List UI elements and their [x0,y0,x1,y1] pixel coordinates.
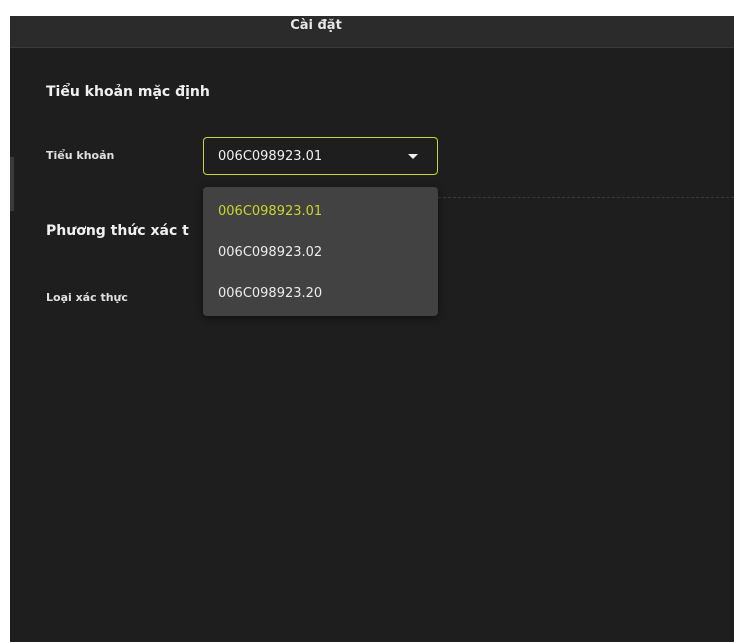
subaccount-option-02[interactable]: 006C098923.02 [203,233,438,271]
caret-down-icon [408,154,418,159]
subaccount-dropdown-menu: 006C098923.01 006C098923.02 006C098923.2… [203,187,438,316]
subaccount-field-label: Tiểu khoản [46,149,115,162]
subaccount-option-label: 006C098923.02 [218,245,323,260]
dialog-title: Cài đặt [290,18,342,33]
side-scroll-handle[interactable] [10,157,14,211]
subaccount-option-20[interactable]: 006C098923.20 [203,274,438,312]
subaccount-select-value: 006C098923.01 [218,149,323,164]
subaccount-option-label: 006C098923.01 [218,204,323,219]
subaccount-option-01[interactable]: 006C098923.01 [203,192,438,230]
default-subaccount-section-title: Tiểu khoản mặc định [46,84,210,100]
settings-dialog: Cài đặt Tiểu khoản mặc định Tiểu khoản 0… [10,16,734,642]
dialog-header: Cài đặt [10,16,734,48]
subaccount-select[interactable]: 006C098923.01 [203,137,438,175]
section-divider [438,197,734,198]
subaccount-option-label: 006C098923.20 [218,286,323,301]
auth-method-section-title: Phương thức xác t [46,223,189,239]
auth-type-field-label: Loại xác thực [46,291,128,304]
